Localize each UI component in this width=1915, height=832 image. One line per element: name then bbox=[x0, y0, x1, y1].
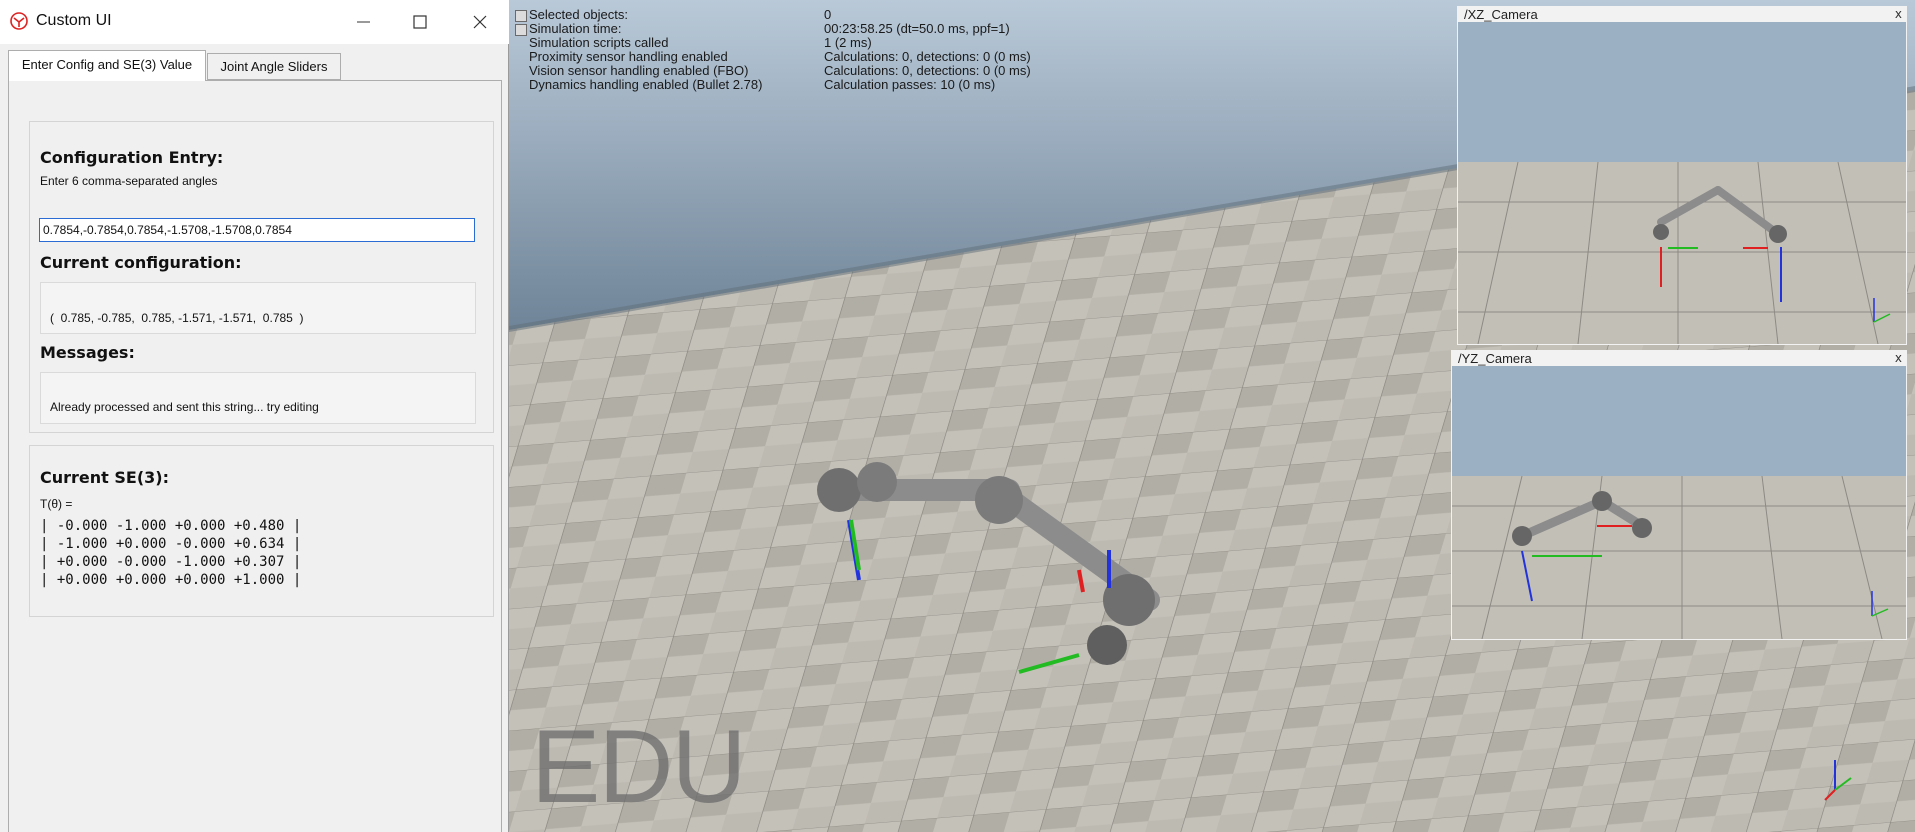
se3-matrix-row: | -0.000 -1.000 +0.000 +0.480 | bbox=[40, 518, 302, 534]
maximize-icon bbox=[413, 15, 427, 29]
se3-matrix-row: | -1.000 +0.000 -0.000 +0.634 | bbox=[40, 536, 302, 552]
current-config-box: ( 0.785, -0.785, 0.785, -1.571, -1.571, … bbox=[40, 282, 476, 334]
config-hint: Enter 6 comma-separated angles bbox=[40, 174, 218, 188]
camera-title: /XZ_Camera bbox=[1458, 7, 1906, 22]
edu-watermark: EDU bbox=[531, 709, 747, 825]
messages-box: Already processed and sent this string..… bbox=[40, 372, 476, 424]
config-heading: Configuration Entry: bbox=[40, 148, 224, 167]
tab-pane: Configuration Entry: Enter 6 comma-separ… bbox=[8, 80, 502, 832]
close-icon[interactable]: x bbox=[1895, 351, 1902, 366]
xz-camera-render bbox=[1458, 22, 1906, 344]
minimize-icon bbox=[357, 21, 370, 23]
hud-toggle-2[interactable] bbox=[515, 24, 527, 36]
se3-label: T(θ) = bbox=[40, 497, 73, 511]
xz-camera-view[interactable]: /XZ_Camera x bbox=[1457, 6, 1907, 345]
messages-heading: Messages: bbox=[40, 343, 135, 362]
se3-matrix-row: | +0.000 -0.000 -1.000 +0.307 | bbox=[40, 554, 302, 570]
tab-enter-config[interactable]: Enter Config and SE(3) Value bbox=[8, 50, 206, 81]
current-config-value: ( 0.785, -0.785, 0.785, -1.571, -1.571, … bbox=[50, 311, 304, 325]
window-title: Custom UI bbox=[36, 12, 112, 29]
tab-joint-angle-sliders[interactable]: Joint Angle Sliders bbox=[207, 53, 341, 80]
current-config-heading: Current configuration: bbox=[40, 253, 242, 272]
config-group: Configuration Entry: Enter 6 comma-separ… bbox=[29, 121, 494, 433]
camera-title: /YZ_Camera bbox=[1452, 351, 1906, 366]
minimize-button[interactable] bbox=[337, 0, 393, 44]
yz-camera-render bbox=[1452, 366, 1906, 639]
yz-camera-view[interactable]: /YZ_Camera x bbox=[1451, 350, 1907, 640]
se3-heading: Current SE(3): bbox=[40, 468, 169, 487]
close-icon bbox=[473, 15, 487, 29]
simulation-viewport[interactable]: Selected objects: 0 Simulation time: 00:23… bbox=[509, 0, 1915, 832]
maximize-button[interactable] bbox=[393, 0, 449, 44]
close-button[interactable] bbox=[453, 0, 509, 44]
se3-matrix-row: | +0.000 +0.000 +0.000 +1.000 | bbox=[40, 572, 302, 588]
se3-group: Current SE(3): T(θ) = | -0.000 -1.000 +0… bbox=[29, 445, 494, 617]
window-titlebar[interactable]: Custom UI bbox=[0, 0, 509, 44]
app-logo-icon bbox=[10, 12, 28, 30]
config-input[interactable] bbox=[39, 218, 475, 242]
hud-toggle-1[interactable] bbox=[515, 10, 527, 22]
custom-ui-window: Custom UI Enter Config and SE(3) Value J… bbox=[0, 0, 509, 832]
close-icon[interactable]: x bbox=[1895, 7, 1902, 22]
message-text: Already processed and sent this string..… bbox=[50, 400, 319, 414]
